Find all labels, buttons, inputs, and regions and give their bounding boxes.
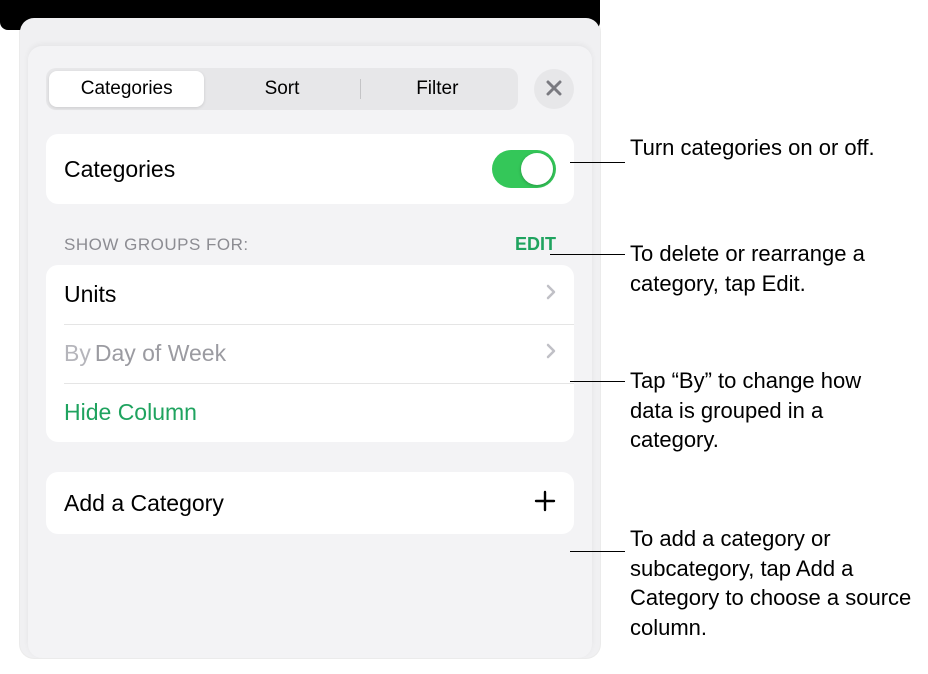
tab-label: Categories — [81, 78, 173, 100]
group-row-day-of-week[interactable]: ByDay of Week — [46, 324, 574, 383]
close-button[interactable] — [534, 69, 574, 109]
callout-line — [570, 381, 625, 382]
callout-line — [570, 162, 625, 163]
panel-header: Categories Sort Filter — [46, 68, 574, 110]
organize-panel: Categories Sort Filter Categories — [20, 18, 600, 658]
tab-filter[interactable]: Filter — [360, 71, 515, 107]
group-row-units[interactable]: Units — [46, 265, 574, 324]
add-category-label: Add a Category — [64, 490, 534, 517]
tab-label: Sort — [265, 78, 300, 100]
group-name: Day of Week — [95, 340, 226, 366]
tab-categories[interactable]: Categories — [49, 71, 204, 107]
callout-text: To delete or rearrange a category, tap E… — [630, 239, 910, 298]
group-by-prefix: By — [64, 340, 91, 366]
hide-column-label: Hide Column — [64, 399, 556, 426]
segmented-control[interactable]: Categories Sort Filter — [46, 68, 518, 110]
callout-text: Tap “By” to change how data is grouped i… — [630, 366, 890, 455]
toggle-knob — [521, 153, 553, 185]
callout-text: To add a category or subcategory, tap Ad… — [630, 524, 920, 643]
chevron-right-icon — [546, 283, 556, 306]
tab-sort[interactable]: Sort — [204, 71, 359, 107]
chevron-right-icon — [546, 342, 556, 365]
add-category-group: Add a Category — [46, 472, 574, 534]
hide-column-row[interactable]: Hide Column — [46, 383, 574, 442]
callout-line — [550, 254, 625, 255]
plus-icon — [534, 488, 556, 518]
tab-label: Filter — [416, 78, 458, 100]
callout-text: Turn categories on or off. — [630, 133, 890, 163]
close-icon — [546, 76, 562, 102]
group-label: ByDay of Week — [64, 340, 540, 367]
categories-toggle-group: Categories — [46, 134, 574, 204]
groups-list: Units ByDay of Week Hide Column — [46, 265, 574, 442]
callouts-layer: Turn categories on or off. To delete or … — [575, 0, 915, 674]
callout-line — [570, 551, 625, 552]
panel-card: Categories Sort Filter Categories — [28, 46, 592, 658]
show-groups-label: Show Groups For: — [64, 235, 249, 255]
groups-section-header: Show Groups For: EDIT — [46, 234, 574, 265]
group-label: Units — [64, 281, 540, 308]
edit-button[interactable]: EDIT — [515, 234, 556, 255]
add-category-row[interactable]: Add a Category — [46, 472, 574, 534]
categories-toggle-row: Categories — [46, 134, 574, 204]
categories-toggle[interactable] — [492, 150, 556, 188]
categories-toggle-label: Categories — [64, 156, 492, 183]
